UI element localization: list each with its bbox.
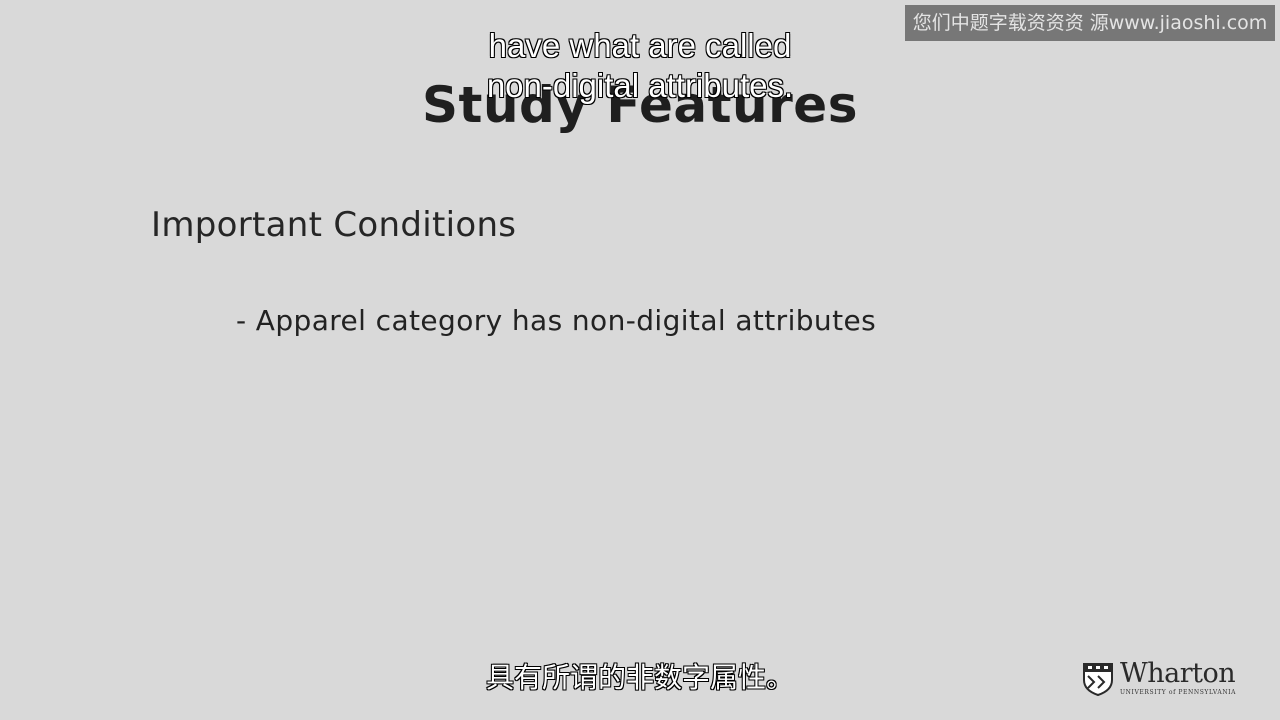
watermark: 您们中题字载资资资 源www.jiaoshi.com [905,5,1275,41]
slide: Study Features Important Conditions - Ap… [0,0,1280,720]
subtitle-english-line2: non-digital attributes. [486,66,794,105]
slide-bullet: - Apparel category has non-digital attri… [236,304,877,337]
subtitle-chinese: 具有所谓的非数字属性。 [485,660,794,694]
slide-heading: Important Conditions [151,205,517,245]
